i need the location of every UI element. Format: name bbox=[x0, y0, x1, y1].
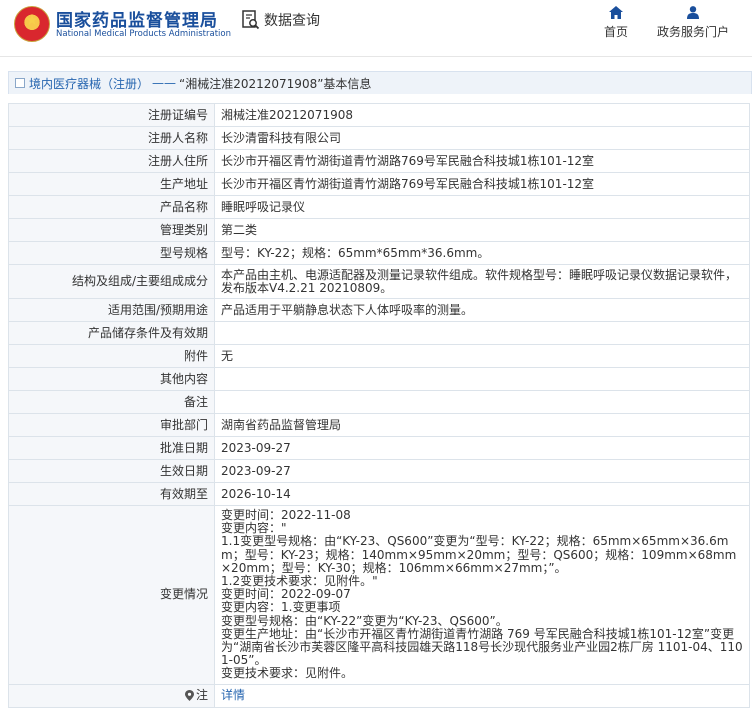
change-line: 变更时间：2022-11-08 bbox=[221, 508, 351, 522]
nav-gov-label: 政务服务门户 bbox=[657, 25, 730, 39]
row-label: 注册人住所 bbox=[8, 149, 215, 173]
table-row: 生产地址 长沙市开福区青竹湖街道青竹湖路769号军民融合科技城1栋101-12室 bbox=[8, 172, 750, 196]
change-label: 变更情况 bbox=[8, 505, 215, 685]
row-value: 产品适用于平躺静息状态下人体呼吸率的测量。 bbox=[214, 298, 750, 322]
home-icon bbox=[609, 6, 623, 19]
row-label: 产品储存条件及有效期 bbox=[8, 321, 215, 345]
pin-icon bbox=[184, 690, 194, 702]
document-search-icon bbox=[242, 10, 260, 30]
site-header: 国家药品监督管理局 National Medical Products Admi… bbox=[0, 0, 752, 57]
row-label: 批准日期 bbox=[8, 436, 215, 460]
table-row: 注册证编号 湘械注准20212071908 bbox=[8, 103, 750, 127]
table-row: 管理类别 第二类 bbox=[8, 218, 750, 242]
breadcrumb-category-link[interactable]: 境内医疗器械（注册） bbox=[29, 75, 149, 92]
table-row: 有效期至 2026-10-14 bbox=[8, 482, 750, 506]
row-value bbox=[214, 321, 750, 345]
row-label: 生产地址 bbox=[8, 172, 215, 196]
nav-home-label: 首页 bbox=[604, 25, 629, 39]
note-label: 注 bbox=[195, 688, 208, 703]
emblem-logo bbox=[14, 6, 50, 42]
org-name-cn[interactable]: 国家药品监督管理局 bbox=[56, 6, 218, 31]
row-value: 本产品由主机、电源适配器及测量记录软件组成。软件规格型号：睡眠呼吸记录仪数据记录… bbox=[214, 264, 750, 299]
nav-gov-service[interactable]: 政务服务门户 bbox=[657, 6, 729, 40]
row-label: 产品名称 bbox=[8, 195, 215, 219]
org-name-en: National Medical Products Administration bbox=[56, 29, 231, 39]
row-label: 适用范围/预期用途 bbox=[8, 298, 215, 322]
table-row: 批准日期 2023-09-27 bbox=[8, 436, 750, 460]
row-label: 结构及组成/主要组成成分 bbox=[8, 264, 215, 299]
row-value: 湘械注准20212071908 bbox=[214, 103, 750, 127]
row-value: 长沙清雷科技有限公司 bbox=[214, 126, 750, 150]
table-row-note: 注 详情 bbox=[8, 683, 750, 708]
data-query-title[interactable]: 数据查询 bbox=[242, 10, 320, 30]
square-bullet-icon bbox=[15, 78, 25, 88]
row-value: 第二类 bbox=[214, 218, 750, 242]
table-row: 结构及组成/主要组成成分 本产品由主机、电源适配器及测量记录软件组成。软件规格型号… bbox=[8, 264, 750, 299]
row-value: 睡眠呼吸记录仪 bbox=[214, 195, 750, 219]
breadcrumb-separator: —— bbox=[152, 76, 177, 90]
row-label: 附件 bbox=[8, 344, 215, 368]
row-label: 生效日期 bbox=[8, 459, 215, 483]
row-value: 湖南省药品监督管理局 bbox=[214, 413, 750, 437]
table-row: 适用范围/预期用途 产品适用于平躺静息状态下人体呼吸率的测量。 bbox=[8, 298, 750, 322]
breadcrumb-title: “湘械注准20212071908”基本信息 bbox=[179, 76, 372, 91]
row-value: 型号：KY-22；规格：65mm*65mm*36.6mm。 bbox=[214, 241, 750, 265]
note-value: 详情 bbox=[214, 683, 750, 708]
change-line: 变更技术要求：见附件。 bbox=[221, 666, 354, 681]
row-label: 型号规格 bbox=[8, 241, 215, 265]
row-label: 管理类别 bbox=[8, 218, 215, 242]
table-row: 产品名称 睡眠呼吸记录仪 bbox=[8, 195, 750, 219]
row-value: 无 bbox=[214, 344, 750, 368]
table-row: 生效日期 2023-09-27 bbox=[8, 459, 750, 483]
change-line: 1.1变更型号规格：由“KY-23、QS600”变更为“型号：KY-22；规格：… bbox=[221, 534, 737, 575]
row-label: 审批部门 bbox=[8, 413, 215, 437]
row-value: 2023-09-27 bbox=[214, 436, 750, 460]
table-row: 产品储存条件及有效期 bbox=[8, 321, 750, 345]
row-label: 其他内容 bbox=[8, 367, 215, 391]
breadcrumb: 境内医疗器械（注册） —— “湘械注准20212071908”基本信息 bbox=[8, 71, 752, 94]
device-info-table: 注册证编号 湘械注准20212071908 注册人名称 长沙清雷科技有限公司 注册人… bbox=[8, 103, 750, 708]
row-label: 备注 bbox=[8, 390, 215, 414]
table-row: 备注 bbox=[8, 390, 750, 414]
row-value bbox=[214, 390, 750, 414]
row-value: 长沙市开福区青竹湖街道青竹湖路769号军民融合科技城1栋101-12室 bbox=[214, 172, 750, 196]
table-row: 注册人住所 长沙市开福区青竹湖街道青竹湖路769号军民融合科技城1栋101-12室 bbox=[8, 149, 750, 173]
change-line: 变更内容：1.变更事项 bbox=[221, 600, 341, 615]
table-row: 型号规格 型号：KY-22；规格：65mm*65mm*36.6mm。 bbox=[8, 241, 750, 265]
row-label: 注册人名称 bbox=[8, 126, 215, 150]
row-value bbox=[214, 367, 750, 391]
change-line: 变更型号规格：由“KY-22”变更为“KY-23、QS600”。 bbox=[221, 613, 508, 628]
table-row: 其他内容 bbox=[8, 367, 750, 391]
row-label: 注册证编号 bbox=[8, 103, 215, 127]
note-label-cell: 注 bbox=[8, 683, 215, 708]
detail-link[interactable]: 详情 bbox=[221, 688, 245, 702]
data-query-label: 数据查询 bbox=[264, 13, 320, 29]
nav-home[interactable]: 首页 bbox=[604, 6, 628, 40]
row-value: 2023-09-27 bbox=[214, 459, 750, 483]
change-history: 变更时间：2022-11-08 变更内容：" 1.1变更型号规格：由“KY-23… bbox=[214, 505, 750, 685]
user-icon bbox=[687, 6, 699, 19]
row-value: 2026-10-14 bbox=[214, 482, 750, 506]
table-row: 注册人名称 长沙清雷科技有限公司 bbox=[8, 126, 750, 150]
change-line: 变更生产地址：由“长沙市开福区青竹湖街道青竹湖路 769 号军民融合科技城1栋1… bbox=[221, 626, 743, 668]
table-row: 附件无 bbox=[8, 344, 750, 368]
table-row: 审批部门 湖南省药品监督管理局 bbox=[8, 413, 750, 437]
row-value: 长沙市开福区青竹湖街道青竹湖路769号军民融合科技城1栋101-12室 bbox=[214, 149, 750, 173]
table-row-change: 变更情况 变更时间：2022-11-08 变更内容：" 1.1变更型号规格：由“… bbox=[8, 505, 750, 685]
row-label: 有效期至 bbox=[8, 482, 215, 506]
